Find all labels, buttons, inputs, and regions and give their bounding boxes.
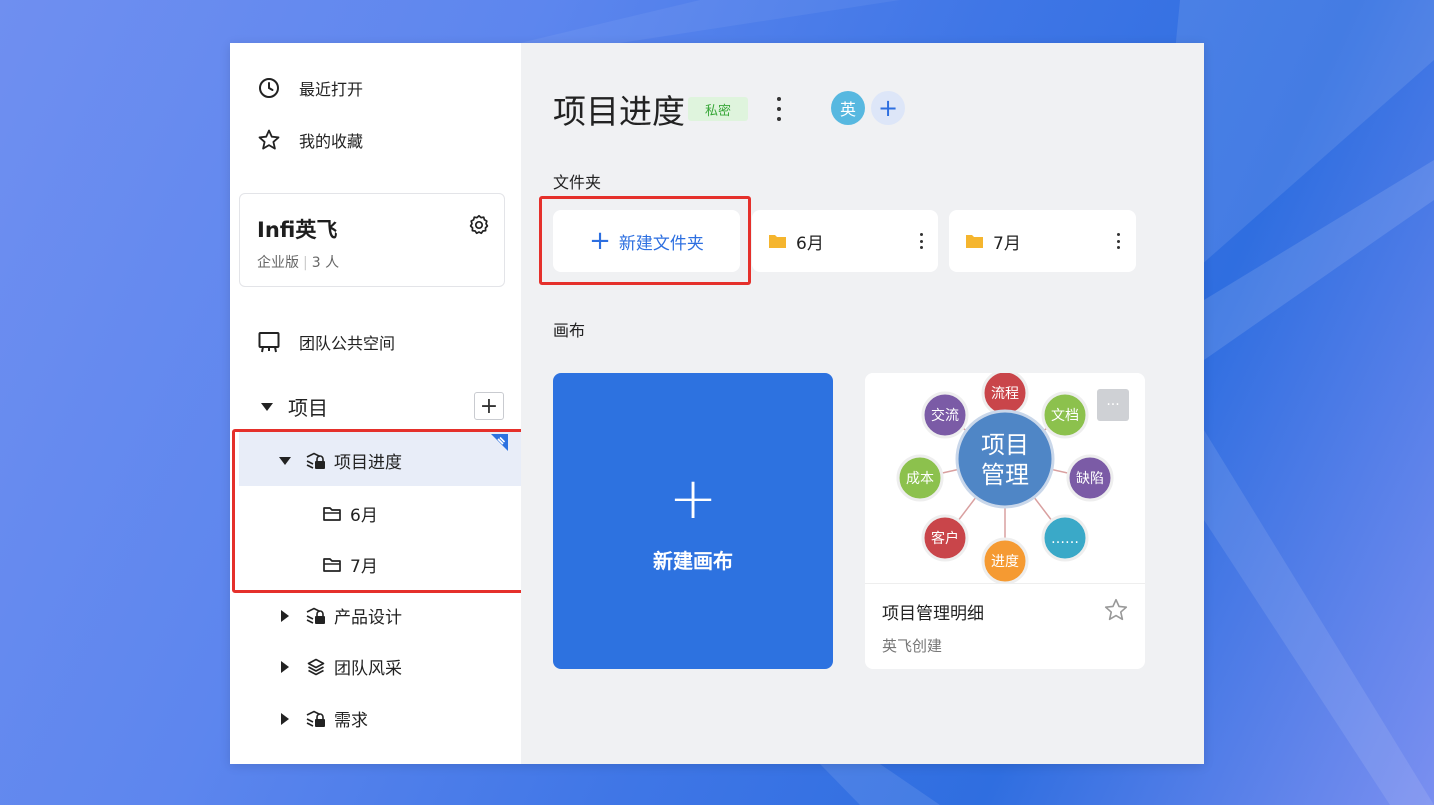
folder-card-july[interactable]: 7月 (949, 210, 1136, 272)
layers-icon (306, 657, 326, 677)
clock-icon (256, 75, 282, 101)
canvas-title: 项目管理明细 (882, 604, 984, 624)
diagram-node-label: 文档 (1051, 408, 1079, 424)
locked-stack-icon (306, 606, 326, 626)
workspace-plan: 企业版 (257, 255, 299, 271)
diagram-node-label: 交流 (931, 407, 959, 424)
diagram-node-label: 进度 (991, 554, 1019, 570)
new-canvas-button[interactable]: + 新建画布 (553, 373, 833, 669)
avatar[interactable]: 英 (831, 91, 865, 125)
divider (865, 583, 1145, 584)
diagram-center-text: 项目 (981, 431, 1029, 459)
folder-icon (966, 235, 983, 248)
tree-item-product-design[interactable]: 产品设计 (278, 603, 402, 628)
more-horizontal-button[interactable]: ··· (1097, 389, 1129, 421)
highlight-box-new-folder (539, 196, 751, 285)
workspace-card[interactable]: Infi英飞 企业版 | 3 人 (239, 193, 505, 287)
app-window: 最近打开 我的收藏 Infi英飞 企业版 | 3 人 团队公共空间 项目 + 项… (230, 43, 1204, 764)
sidebar-item-recent[interactable]: 最近打开 (256, 75, 363, 101)
diagram-center-node (955, 409, 1055, 509)
caret-down-icon[interactable] (260, 400, 274, 414)
sidebar-item-label: 团队公共空间 (299, 334, 396, 353)
highlight-box-tree (232, 429, 525, 593)
tree-item-label: 产品设计 (334, 608, 402, 628)
board-icon (256, 329, 282, 355)
workspace-name: Infi英飞 (257, 218, 338, 242)
tree-item-requirements[interactable]: 需求 (278, 706, 368, 731)
private-badge: 私密 (688, 97, 748, 121)
canvas-section-label: 画布 (553, 321, 586, 340)
canvas-creator: 英飞创建 (882, 637, 943, 655)
sidebar-item-team-space[interactable]: 团队公共空间 (256, 329, 395, 355)
diagram-node-label: 缺陷 (1076, 471, 1104, 487)
diagram-center-text: 管理 (981, 461, 1029, 489)
canvas-card[interactable]: 流程文档缺陷 …… 进度 客户 成本 交流 项目 管理 ··· 项目管理明细 英飞创建 (865, 373, 1145, 669)
diagram-node-label: 成本 (906, 471, 934, 487)
workspace-info: 企业版 | 3 人 (257, 255, 340, 271)
add-project-button[interactable]: + (474, 392, 504, 420)
folder-icon (769, 235, 786, 248)
diagram-node-label: 流程 (991, 386, 1019, 402)
more-vertical-icon[interactable] (776, 97, 782, 121)
star-icon (256, 127, 282, 153)
new-canvas-label: 新建画布 (653, 548, 733, 573)
caret-right-icon[interactable] (278, 712, 292, 726)
locked-stack-icon (306, 709, 326, 729)
plus-icon: + (668, 463, 718, 532)
tree-item-label: 需求 (334, 711, 368, 731)
diagram-node-label: 客户 (931, 530, 959, 547)
folder-name: 7月 (993, 233, 1021, 254)
more-vertical-icon[interactable] (918, 233, 924, 249)
workspace-members: 3 人 (311, 255, 340, 271)
page-title: 项目进度 (553, 92, 685, 131)
caret-right-icon[interactable] (278, 660, 292, 674)
tree-item-team-style[interactable]: 团队风采 (278, 654, 402, 679)
caret-right-icon[interactable] (278, 609, 292, 623)
more-vertical-icon[interactable] (1115, 233, 1121, 249)
folder-card-june[interactable]: 6月 (752, 210, 938, 272)
gear-icon[interactable] (468, 214, 490, 236)
star-icon[interactable] (1103, 597, 1129, 623)
section-title: 项目 (288, 396, 328, 420)
sidebar-item-label: 最近打开 (299, 80, 364, 99)
tree-item-label: 团队风采 (334, 659, 402, 679)
folders-section-label: 文件夹 (553, 173, 602, 192)
sidebar-item-favorites[interactable]: 我的收藏 (256, 127, 363, 153)
diagram-node-label: …… (1051, 531, 1079, 547)
sidebar: 最近打开 我的收藏 Infi英飞 企业版 | 3 人 团队公共空间 项目 + 项… (230, 43, 525, 764)
sidebar-item-label: 我的收藏 (299, 132, 364, 151)
section-header-project[interactable]: 项目 (260, 392, 328, 421)
folder-name: 6月 (796, 233, 824, 254)
add-member-button[interactable]: + (871, 91, 905, 125)
main-panel: 项目进度 私密 英 + 文件夹 + 新建文件夹 6月 7月 画布 + 新建画布 (521, 43, 1204, 764)
